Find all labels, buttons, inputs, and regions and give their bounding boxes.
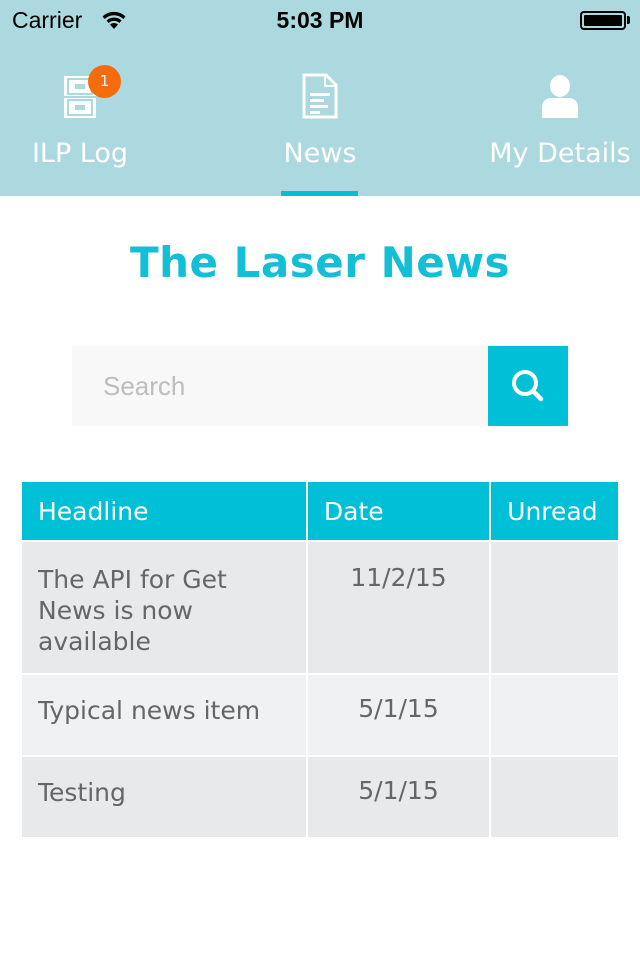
date-cell: 5/1/15 [305, 755, 492, 839]
unread-cell [489, 673, 620, 757]
table-row[interactable]: Typical news item 5/1/15 [20, 673, 620, 757]
table-row[interactable]: The API for Get News is now available 11… [20, 540, 620, 675]
column-header-date[interactable]: Date [305, 480, 492, 542]
battery-tip [627, 16, 630, 24]
tab-label: News [283, 138, 357, 169]
tab-my-details[interactable]: My Details [480, 60, 640, 196]
document-icon [302, 73, 338, 119]
table-header-row: Headline Date Unread [20, 480, 620, 542]
news-table: Headline Date Unread The API for Get New… [20, 480, 620, 839]
search-input[interactable] [72, 346, 488, 426]
unread-cell [489, 540, 620, 675]
search-button[interactable] [488, 346, 568, 426]
tab-bar: 1 ILP Log News My Details [0, 60, 640, 196]
header: Carrier 5:03 PM 1 ILP Log News My Detail… [0, 0, 640, 196]
active-tab-indicator [281, 191, 358, 196]
notification-badge: 1 [88, 65, 121, 98]
status-bar: Carrier 5:03 PM [0, 0, 640, 40]
person-icon [542, 75, 578, 118]
tab-news[interactable]: News [240, 60, 400, 196]
battery-icon [580, 11, 626, 30]
search-icon [512, 370, 544, 402]
column-header-headline[interactable]: Headline [20, 480, 308, 542]
headline-cell: Testing [20, 755, 308, 839]
tab-ilp-log[interactable]: 1 ILP Log [0, 60, 160, 196]
unread-cell [489, 755, 620, 839]
page-title: The Laser News [129, 238, 511, 287]
tab-label: My Details [489, 138, 631, 169]
column-header-unread[interactable]: Unread [489, 480, 620, 542]
battery-fill [584, 15, 622, 26]
clock: 5:03 PM [276, 7, 364, 33]
date-cell: 5/1/15 [305, 673, 492, 757]
table-row[interactable]: Testing 5/1/15 [20, 755, 620, 839]
headline-cell: Typical news item [20, 673, 308, 757]
tab-label: ILP Log [31, 138, 129, 169]
date-cell: 11/2/15 [305, 540, 492, 675]
headline-cell: The API for Get News is now available [20, 540, 308, 675]
